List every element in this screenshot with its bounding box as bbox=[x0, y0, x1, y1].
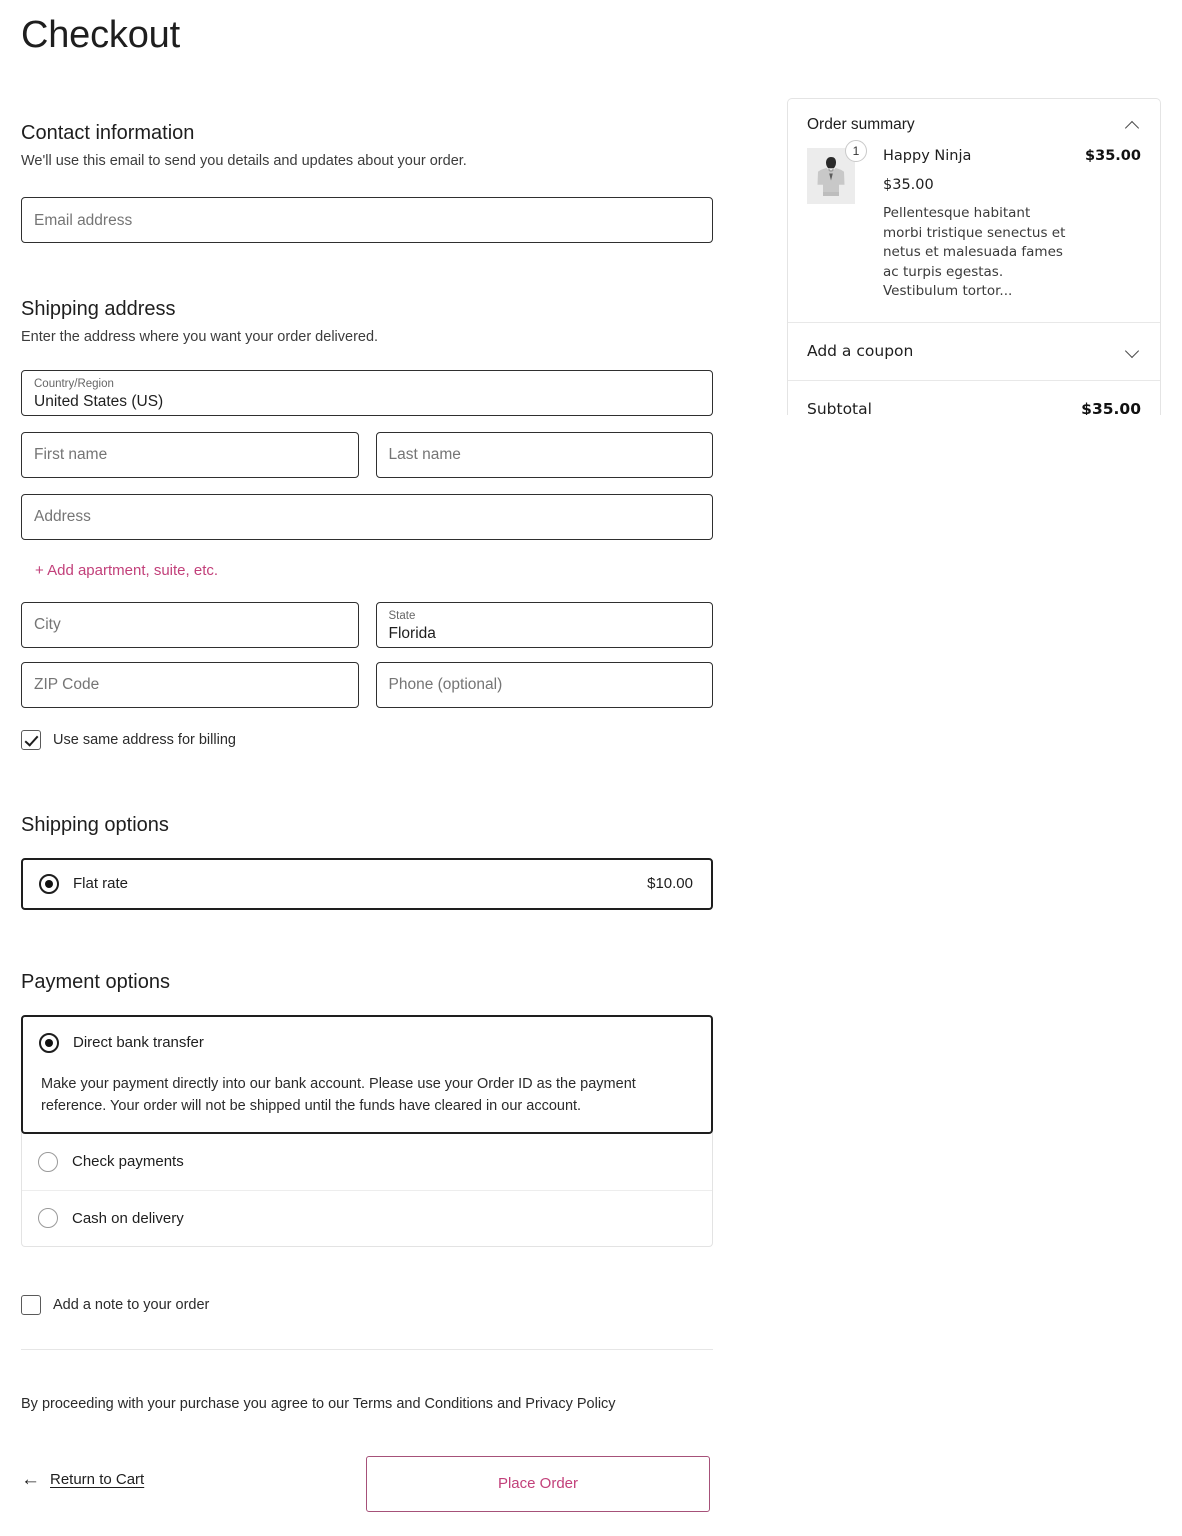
order-summary-item-top: Happy Ninja $35.00 bbox=[883, 148, 1141, 164]
country-region-select[interactable]: Country/Region United States (US) bbox=[21, 369, 713, 416]
payment-option-description: Make your payment directly into our bank… bbox=[41, 1075, 636, 1115]
zip-phone-row: ZIP Code Phone (optional) bbox=[21, 661, 713, 708]
order-summary-item-body: Happy Ninja $35.00 $35.00 Pellentesque h… bbox=[883, 148, 1141, 302]
contact-heading: Contact information bbox=[21, 121, 195, 144]
checkout-actions: ← Return to Cart Place Order bbox=[21, 1455, 713, 1512]
radio-unselected-icon[interactable] bbox=[38, 1151, 58, 1172]
add-coupon-label: Add a coupon bbox=[807, 342, 914, 361]
payment-options-section: Payment options Direct bank transfer Mak… bbox=[21, 969, 713, 1247]
checkbox-unchecked-icon[interactable] bbox=[21, 1294, 41, 1315]
shipping-options-section: Shipping options Flat rate $10.00 bbox=[21, 812, 713, 910]
terms-text: By proceeding with your purchase you agr… bbox=[21, 1395, 616, 1412]
city-state-row: City State Florida bbox=[21, 601, 713, 648]
order-note-label: Add a note to your order bbox=[53, 1296, 210, 1313]
payment-options-heading: Payment options bbox=[21, 970, 170, 993]
product-unit-price: $35.00 bbox=[883, 177, 934, 193]
page-title: Checkout bbox=[21, 14, 180, 56]
state-label: State bbox=[388, 609, 416, 622]
state-select[interactable]: State Florida bbox=[375, 601, 713, 648]
return-to-cart-label: Return to Cart bbox=[50, 1470, 145, 1488]
shipping-address-heading: Shipping address bbox=[21, 298, 176, 321]
subtotal-label: Subtotal bbox=[807, 400, 872, 415]
use-same-address-label: Use same address for billing bbox=[53, 731, 236, 748]
radio-selected-icon[interactable] bbox=[39, 873, 59, 894]
order-note-row[interactable]: Add a note to your order bbox=[21, 1294, 713, 1315]
payment-options-list: Direct bank transfer Make your payment d… bbox=[21, 1014, 713, 1247]
payment-option-label: Cash on delivery bbox=[72, 1209, 184, 1227]
footer-divider bbox=[21, 1348, 713, 1350]
payment-option-check-payments[interactable]: Check payments bbox=[22, 1134, 712, 1190]
shipping-address-subheading: Enter the address where you want your or… bbox=[21, 329, 379, 346]
address-placeholder: Address bbox=[34, 508, 91, 526]
chevron-up-icon[interactable] bbox=[1125, 120, 1141, 130]
checkbox-checked-icon[interactable] bbox=[21, 729, 41, 750]
last-name-placeholder: Last name bbox=[388, 446, 461, 464]
zip-code-field[interactable]: ZIP Code bbox=[21, 661, 359, 708]
state-value: Florida bbox=[388, 625, 436, 643]
radio-selected-icon[interactable] bbox=[39, 1032, 59, 1053]
order-summary-panel: Order summary 1 Happy Ninja $35.00 $35.0… bbox=[787, 98, 1161, 415]
checkout-main-column: Checkout Contact information We'll use t… bbox=[21, 0, 713, 1512]
payment-option-direct-bank-transfer-row[interactable]: Direct bank transfer bbox=[23, 1017, 711, 1069]
address-field[interactable]: Address bbox=[21, 493, 713, 540]
shipping-option-flat-rate[interactable]: Flat rate $10.00 bbox=[23, 860, 711, 908]
shipping-option-price: $10.00 bbox=[647, 875, 693, 893]
payment-option-label: Check payments bbox=[72, 1153, 184, 1171]
name-fields-row: First name Last name bbox=[21, 431, 713, 478]
phone-placeholder: Phone (optional) bbox=[388, 676, 503, 694]
country-region-value: United States (US) bbox=[34, 393, 164, 411]
shipping-options-list: Flat rate $10.00 bbox=[21, 857, 713, 910]
product-description: Pellentesque habitant morbi tristique se… bbox=[883, 205, 1066, 300]
country-region-label: Country/Region bbox=[34, 377, 114, 390]
payment-option-label: Direct bank transfer bbox=[73, 1034, 204, 1052]
shipping-option-label: Flat rate bbox=[73, 875, 129, 893]
order-summary-header[interactable]: Order summary bbox=[788, 99, 1160, 134]
city-field[interactable]: City bbox=[21, 601, 359, 648]
zip-code-placeholder: ZIP Code bbox=[34, 676, 100, 694]
subtotal-value: $35.00 bbox=[1081, 400, 1141, 415]
radio-unselected-icon[interactable] bbox=[38, 1208, 58, 1229]
product-name: Happy Ninja bbox=[883, 148, 972, 164]
order-summary-item: 1 Happy Ninja $35.00 $35.00 Pellentesque… bbox=[788, 134, 1160, 322]
chevron-down-icon[interactable] bbox=[1125, 346, 1141, 356]
contact-subheading: We'll use this email to send you details… bbox=[21, 152, 467, 169]
shipping-options-heading: Shipping options bbox=[21, 813, 169, 836]
use-same-address-row[interactable]: Use same address for billing bbox=[21, 729, 713, 750]
last-name-field[interactable]: Last name bbox=[375, 431, 713, 478]
shipping-address-section: Shipping address Enter the address where… bbox=[21, 296, 713, 750]
address-field-wrapper: Address bbox=[21, 493, 713, 540]
checkout-side-column: Order summary 1 Happy Ninja $35.00 $35.0… bbox=[787, 98, 1161, 415]
first-name-field[interactable]: First name bbox=[21, 431, 359, 478]
country-field-wrapper: Country/Region United States (US) bbox=[21, 369, 713, 416]
order-summary-title: Order summary bbox=[807, 116, 915, 133]
add-coupon-row[interactable]: Add a coupon bbox=[788, 323, 1160, 380]
email-field[interactable]: Email address bbox=[21, 197, 713, 244]
subtotal-row: Subtotal $35.00 bbox=[788, 381, 1160, 415]
payment-option-direct-bank-transfer[interactable]: Direct bank transfer Make your payment d… bbox=[21, 1014, 713, 1134]
email-field-wrapper: Email address bbox=[21, 197, 713, 244]
payment-options-unselected: Check payments Cash on delivery bbox=[21, 1131, 713, 1247]
first-name-placeholder: First name bbox=[34, 446, 108, 464]
add-apartment-link[interactable]: + Add apartment, suite, etc. bbox=[35, 562, 218, 579]
arrow-left-icon: ← bbox=[21, 1468, 40, 1490]
product-thumbnail-wrapper: 1 bbox=[807, 140, 867, 302]
checkout-page: Checkout Contact information We'll use t… bbox=[0, 0, 1182, 1536]
payment-option-cash-on-delivery[interactable]: Cash on delivery bbox=[22, 1189, 712, 1246]
contact-information-section: Contact information We'll use this email… bbox=[21, 120, 713, 244]
city-placeholder: City bbox=[34, 616, 61, 634]
return-to-cart-link[interactable]: ← Return to Cart bbox=[21, 1470, 144, 1489]
product-line-total: $35.00 bbox=[1085, 148, 1141, 164]
phone-field[interactable]: Phone (optional) bbox=[375, 661, 713, 708]
place-order-button[interactable]: Place Order bbox=[366, 1455, 710, 1512]
product-quantity-badge: 1 bbox=[845, 140, 867, 162]
email-placeholder: Email address bbox=[34, 211, 133, 229]
